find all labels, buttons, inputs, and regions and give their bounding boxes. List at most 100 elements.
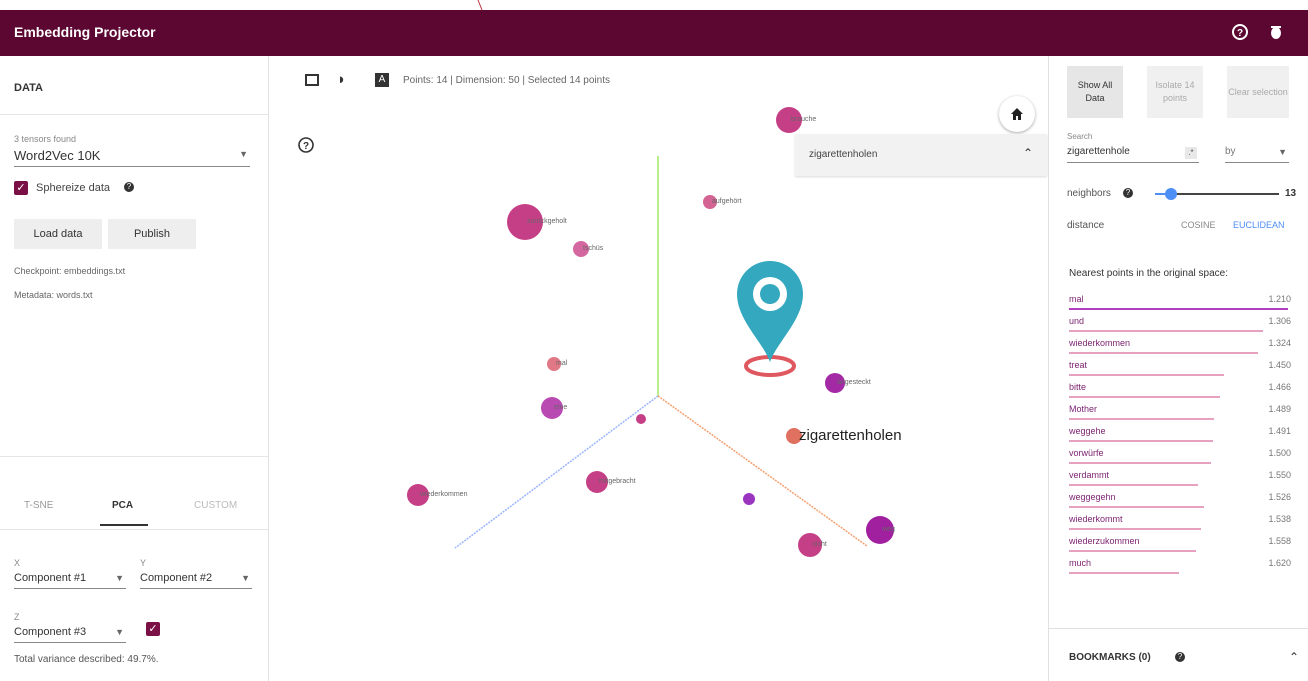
search-input[interactable]: zigarettenhole — [1067, 146, 1199, 163]
data-point-label: mal — [556, 360, 568, 367]
sphereize-label: Sphereize data — [36, 182, 110, 194]
info-icon[interactable]: ? — [124, 182, 134, 192]
distance-label: distance — [1067, 220, 1105, 231]
nearest-word: weggegehn — [1069, 492, 1116, 502]
nearest-list-item[interactable]: bitte 1.466 — [1069, 380, 1291, 400]
nearest-word: bitte — [1069, 382, 1087, 392]
data-point-label: zurückgeholt — [527, 218, 567, 225]
regex-toggle[interactable]: .* — [1185, 147, 1197, 159]
nearest-distance-bar — [1069, 352, 1258, 354]
tab-tsne[interactable]: T-SNE — [24, 500, 53, 511]
neighbors-slider-thumb[interactable] — [1165, 188, 1178, 200]
nearest-distance: 1.620 — [1268, 558, 1291, 568]
data-point-label: tschüs — [583, 245, 604, 252]
nearest-list-item[interactable]: mal 1.210 — [1069, 292, 1291, 312]
nearest-distance-bar — [1069, 374, 1225, 376]
nearest-word: weggehe — [1069, 426, 1106, 436]
data-point-label: nicht — [812, 541, 827, 548]
data-point[interactable] — [743, 493, 755, 505]
nearest-distance-bar — [1069, 572, 1180, 574]
chevron-down-icon: ▼ — [1278, 147, 1287, 157]
nearest-distance: 1.210 — [1268, 294, 1291, 304]
data-point-label: weg — [882, 526, 895, 533]
tensors-found-label: 3 tensors found — [14, 134, 77, 144]
inspector-panel: Show All Data Isolate 14 points Clear se… — [1048, 56, 1308, 681]
projection-view[interactable]: ◗ A Points: 14 | Dimension: 50 | Selecte… — [269, 56, 1047, 681]
tensor-select-value: Word2Vec 10K — [14, 148, 101, 163]
z-component-select[interactable]: Component #3 ▼ — [14, 626, 126, 643]
tab-pca[interactable]: PCA — [112, 500, 133, 511]
nearest-list-item[interactable]: wiederkommt 1.538 — [1069, 512, 1291, 532]
nearest-distance-bar — [1069, 550, 1196, 552]
nearest-distance: 1.489 — [1268, 404, 1291, 414]
nearest-list-item[interactable]: Mother 1.489 — [1069, 402, 1291, 422]
help-icon[interactable]: ? — [1230, 22, 1250, 42]
sphereize-checkbox[interactable]: ✓ — [14, 181, 28, 195]
nearest-word: wiederkommt — [1069, 514, 1123, 524]
y-component-select[interactable]: Component #2 ▼ — [140, 572, 252, 589]
data-point-label: aufgehört — [712, 198, 742, 205]
chevron-down-icon: ▼ — [241, 573, 250, 583]
nearest-word: wiederkommen — [1069, 338, 1131, 348]
bug-report-icon[interactable] — [1266, 22, 1286, 42]
metadata-info: Metadata: words.txt — [14, 290, 93, 300]
x-component-select[interactable]: Component #1 ▼ — [14, 572, 126, 589]
nearest-list-item[interactable]: verdammt 1.550 — [1069, 468, 1291, 488]
data-header: DATA — [14, 82, 43, 94]
data-point-label: mitgebracht — [599, 478, 636, 485]
search-input-value: zigarettenhole — [1067, 146, 1130, 157]
nearest-distance-bar — [1069, 308, 1289, 310]
data-panel: DATA 3 tensors found Word2Vec 10K ▼ ✓ Sp… — [0, 56, 269, 681]
nearest-list-item[interactable]: much 1.620 — [1069, 556, 1291, 576]
isolate-points-button[interactable]: Isolate 14 points — [1147, 66, 1203, 118]
x-component-value: Component #1 — [14, 572, 87, 584]
nearest-list-item[interactable]: vorwürfe 1.500 — [1069, 446, 1291, 466]
data-point[interactable] — [636, 414, 646, 424]
z-enabled-checkbox[interactable]: ✓ — [146, 622, 160, 636]
z-axis-label: Z — [14, 612, 20, 622]
divider — [1049, 628, 1308, 629]
nearest-word: verdammt — [1069, 470, 1110, 480]
euclidean-option[interactable]: EUCLIDEAN — [1233, 220, 1285, 230]
data-point-label: angesteckt — [837, 379, 871, 386]
variance-described: Total variance described: 49.7%. — [14, 654, 159, 665]
nearest-word: und — [1069, 316, 1085, 326]
nearest-word: wiederzukommen — [1069, 536, 1140, 546]
app-title: Embedding Projector — [14, 24, 156, 40]
nearest-list-item[interactable]: wiederkommen 1.324 — [1069, 336, 1291, 356]
chevron-up-icon[interactable]: ⌃ — [1289, 650, 1299, 664]
nearest-list-item[interactable]: wiederzukommen 1.558 — [1069, 534, 1291, 554]
checkpoint-info: Checkpoint: embeddings.txt — [14, 266, 126, 276]
nearest-list-item[interactable]: weggehe 1.491 — [1069, 424, 1291, 444]
nearest-header: Nearest points in the original space: — [1069, 268, 1228, 279]
neighbors-label: neighbors — [1067, 188, 1111, 199]
nearest-word: vorwürfe — [1069, 448, 1104, 458]
location-pin-icon — [737, 261, 803, 377]
clear-selection-button[interactable]: Clear selection — [1227, 66, 1289, 118]
tensor-select[interactable]: Word2Vec 10K ▼ — [14, 148, 250, 167]
search-by-select[interactable]: by ▼ — [1225, 146, 1289, 163]
neighbors-value: 13 — [1285, 188, 1297, 199]
nearest-distance: 1.526 — [1268, 492, 1291, 502]
nearest-word: Mother — [1069, 404, 1098, 414]
nearest-word: treat — [1069, 360, 1088, 370]
nearest-list-item[interactable]: treat 1.450 — [1069, 358, 1291, 378]
nearest-distance: 1.558 — [1268, 536, 1291, 546]
load-data-button[interactable]: Load data — [14, 219, 102, 249]
nearest-list-item[interactable]: und 1.306 — [1069, 314, 1291, 334]
divider — [0, 529, 268, 530]
nearest-distance: 1.538 — [1268, 514, 1291, 524]
nearest-list-item[interactable]: weggegehn 1.526 — [1069, 490, 1291, 510]
show-all-data-button[interactable]: Show All Data — [1067, 66, 1123, 118]
publish-button[interactable]: Publish — [108, 219, 196, 249]
info-icon[interactable]: ? — [1175, 652, 1185, 662]
tab-custom[interactable]: CUSTOM — [194, 500, 237, 511]
cosine-option[interactable]: COSINE — [1181, 220, 1216, 230]
info-icon[interactable]: ? — [1123, 188, 1133, 198]
y-axis-label: Y — [140, 558, 147, 568]
points-layer: brauche zurückgeholt tschüs aufgehört mal ang… — [269, 56, 1047, 681]
selected-point-label: zigarettenholen — [799, 427, 902, 444]
data-point-label: brauche — [791, 116, 817, 123]
nearest-distance: 1.491 — [1268, 426, 1291, 436]
search-by-value: by — [1225, 146, 1236, 157]
